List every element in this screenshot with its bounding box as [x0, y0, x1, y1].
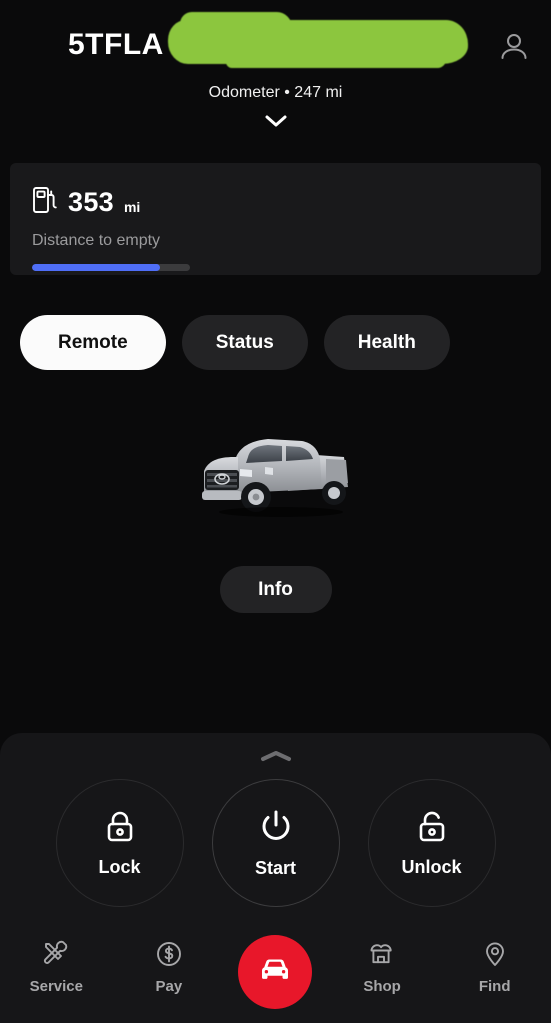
lock-label: Lock — [98, 857, 141, 877]
tab-status[interactable]: Status — [181, 315, 308, 370]
nav-label-find: Find — [478, 978, 511, 995]
fuel-card[interactable]: 353 mi Distance to empty — [10, 163, 541, 275]
fuel-unit: mi — [123, 198, 141, 215]
chevron-down-icon[interactable] — [0, 112, 551, 128]
nav-label-service: Service — [29, 978, 83, 995]
unlock-button[interactable]: Unlock — [367, 779, 496, 907]
tools-icon — [41, 939, 71, 972]
tab-health[interactable]: Health — [323, 315, 450, 370]
start-button[interactable]: Start — [211, 779, 340, 907]
person-icon[interactable] — [497, 30, 531, 64]
start-label: Start — [254, 858, 296, 878]
nav-item-service[interactable]: Service — [13, 939, 99, 995]
nav-item-pay[interactable]: Pay — [126, 939, 212, 995]
remote-actions: Lock Start Unlock — [0, 779, 551, 907]
nav-item-find[interactable]: Find — [452, 939, 538, 995]
chevron-up-icon[interactable] — [0, 749, 551, 763]
fuel-value-row: 353 mi — [32, 185, 541, 220]
vehicle-fab-button[interactable] — [238, 935, 313, 1009]
fuel-progress-track — [32, 264, 190, 271]
info-button[interactable]: Info — [219, 566, 332, 613]
tab-remote[interactable]: Remote — [20, 315, 166, 370]
unlock-label: Unlock — [401, 857, 462, 877]
dollar-circle-icon — [154, 939, 184, 972]
vin-text: 5TFLA — [68, 28, 164, 61]
fuel-label: Distance to empty — [32, 232, 161, 249]
bottom-navigation: Service Pay Shop Find — [0, 925, 551, 1023]
fuel-progress-fill — [32, 264, 160, 271]
nav-label-pay: Pay — [155, 978, 183, 995]
car-front-icon — [256, 954, 294, 991]
fuel-value: 353 — [68, 187, 114, 217]
remote-bottom-sheet: Lock Start Unlock — [0, 733, 551, 925]
nav-item-shop[interactable]: Shop — [339, 939, 425, 995]
lock-closed-icon — [102, 808, 138, 849]
fuel-pump-icon — [32, 185, 58, 220]
storefront-icon — [367, 939, 397, 972]
power-icon — [257, 807, 295, 850]
map-pin-icon — [480, 939, 510, 972]
nav-label-shop: Shop — [363, 978, 401, 995]
lock-button[interactable]: Lock — [55, 779, 184, 907]
pickup-truck-image — [0, 408, 551, 528]
lock-open-icon — [414, 808, 450, 849]
tab-bar: Remote Status Health — [20, 315, 450, 370]
odometer-text: Odometer • 247 mi — [208, 84, 343, 101]
redaction-overlay — [168, 12, 468, 68]
